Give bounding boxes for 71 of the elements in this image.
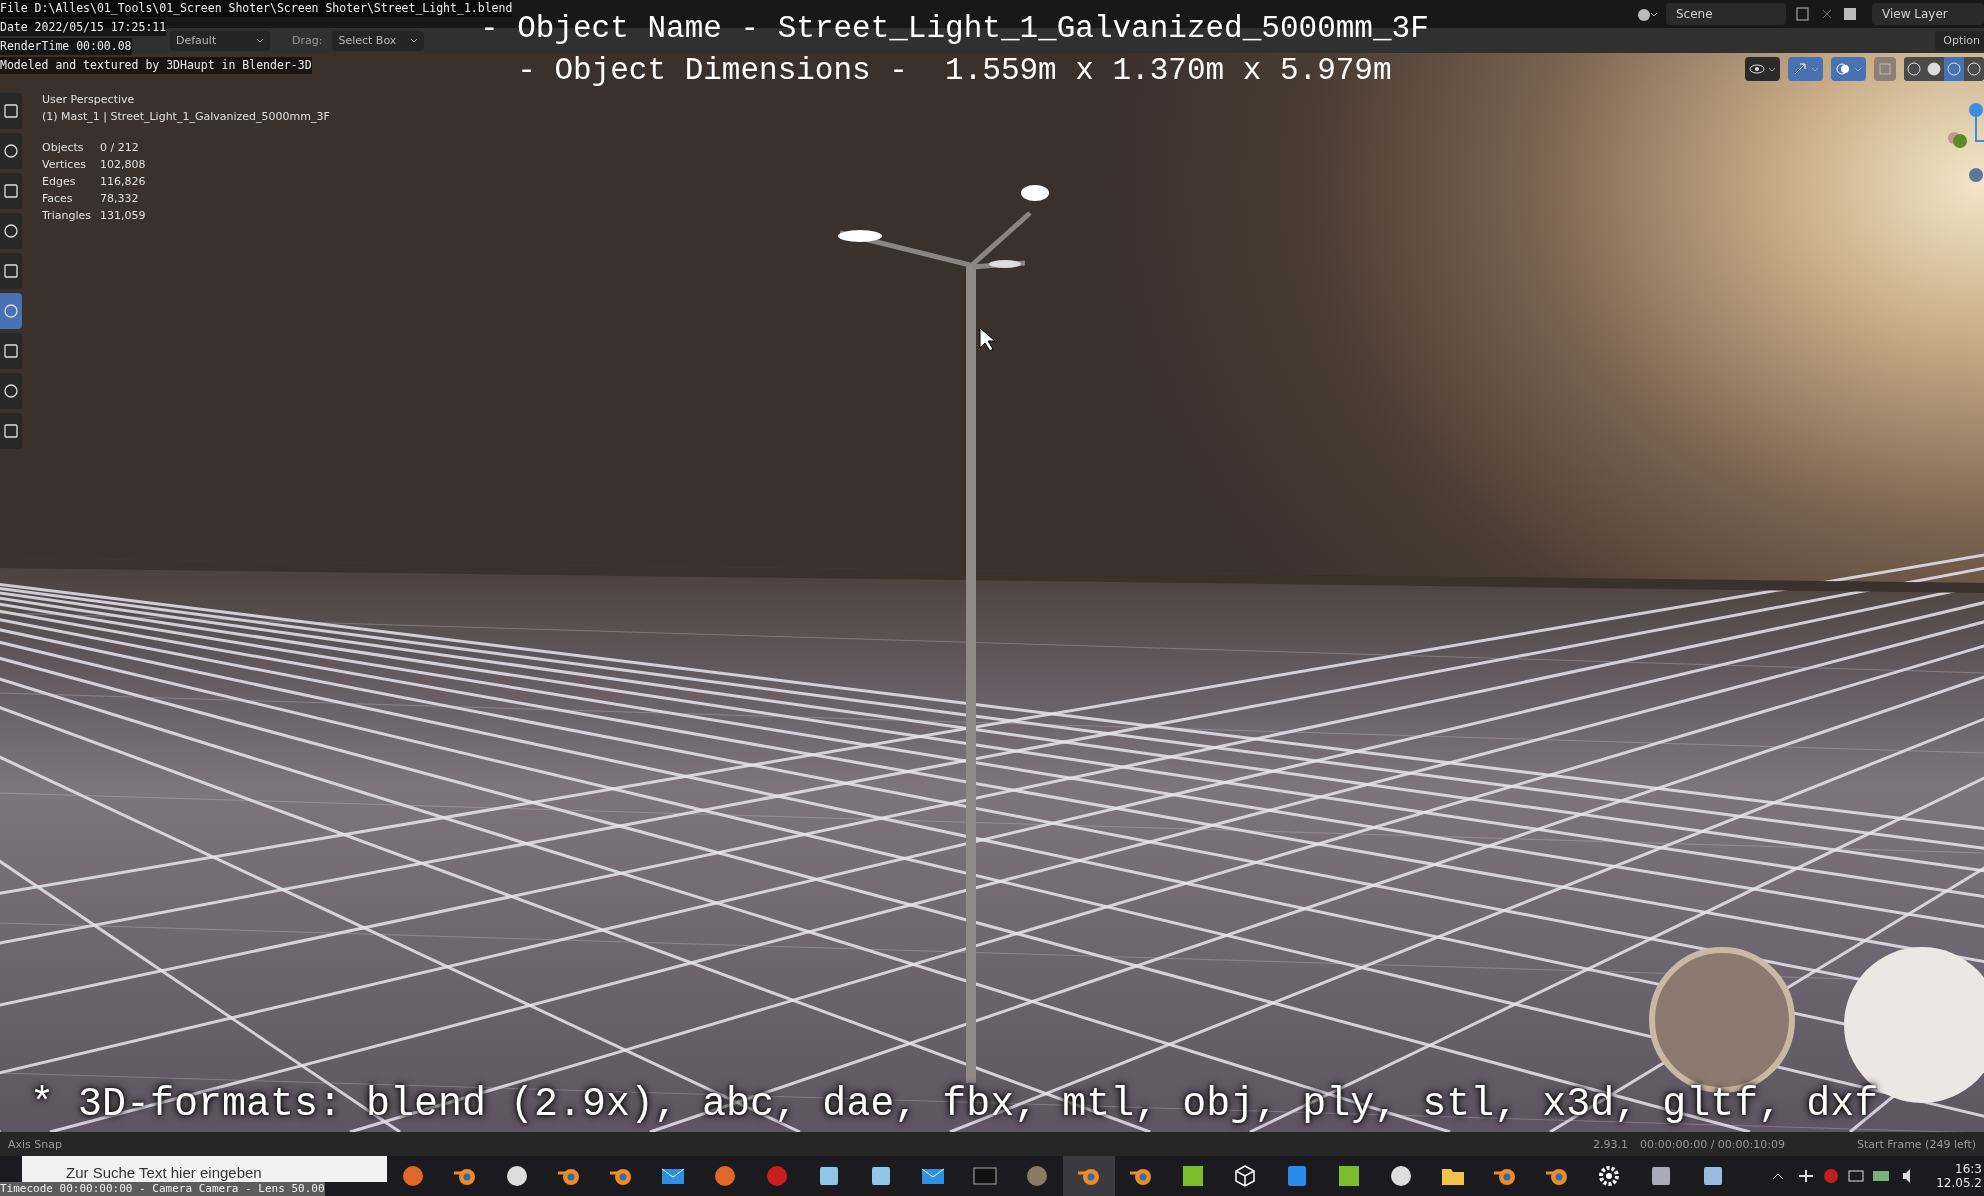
chevron-icon — [1768, 66, 1776, 72]
chevron-icon — [256, 38, 264, 43]
close-icon[interactable] — [1820, 7, 1834, 21]
scene-field[interactable]: Scene — [1666, 3, 1786, 25]
tool-icon — [3, 223, 19, 239]
tool-icon — [3, 383, 19, 399]
tool-icon — [3, 103, 19, 119]
tool-icon — [3, 143, 19, 159]
app-icon[interactable] — [1388, 1163, 1414, 1189]
tool-button[interactable] — [0, 133, 22, 169]
search-field[interactable]: Zur Suche Text hier eingeben — [22, 1156, 387, 1182]
tool-button[interactable] — [0, 213, 22, 249]
stat-value: 78,332 — [100, 192, 140, 205]
tool-button[interactable] — [0, 333, 22, 369]
visibility-button[interactable] — [1745, 57, 1780, 81]
overlay-button[interactable] — [1831, 57, 1866, 81]
stat-value: 102,808 — [100, 158, 147, 171]
stat-label: Vertices — [42, 158, 87, 171]
stat-label: Triangles — [42, 209, 92, 222]
clock-time[interactable]: 16:3 — [1955, 1162, 1982, 1176]
eye-icon — [1749, 61, 1765, 77]
shading-button[interactable] — [1924, 57, 1944, 81]
tool-button[interactable] — [0, 173, 22, 209]
gear-icon[interactable] — [1596, 1163, 1622, 1189]
stat-value: 116,826 — [100, 175, 147, 188]
tool-button[interactable] — [0, 373, 22, 409]
tool-icon — [3, 423, 19, 439]
version-text: 2.93.1 — [1593, 1137, 1629, 1151]
tool-icon — [3, 343, 19, 359]
circles-icon — [1835, 61, 1851, 77]
clock-date[interactable]: 12.05.2 — [1936, 1176, 1982, 1190]
cube-icon[interactable] — [1232, 1163, 1258, 1189]
square-icon — [1878, 62, 1892, 76]
app-icon[interactable] — [1336, 1163, 1362, 1189]
tool-button[interactable] — [0, 413, 22, 449]
tool-icon — [3, 183, 19, 199]
view-name: User Perspective — [42, 93, 136, 106]
app-icon[interactable] — [1180, 1163, 1206, 1189]
stat-value: 131,059 — [100, 209, 147, 222]
timecode-text: 00:00:00:00 / 00:00:10:09 — [1640, 1137, 1785, 1151]
sphere-icon — [1947, 62, 1961, 76]
tool-button[interactable] — [0, 253, 22, 289]
chevron-icon — [410, 38, 419, 43]
sphere-icon — [1967, 62, 1981, 76]
chevron-icon — [1854, 66, 1862, 72]
shading-button[interactable] — [1964, 57, 1984, 81]
tool-button[interactable] — [0, 93, 22, 129]
tool-icon — [3, 263, 19, 279]
tool-icon — [3, 303, 19, 319]
stat-value: 0 / 212 — [100, 141, 140, 154]
drag-dropdown[interactable]: Select Box — [332, 30, 425, 51]
caption-line: - Object Dimensions - 1.559m x 1.370m x 5.979m — [517, 52, 1392, 90]
status-hint: Axis Snap — [8, 1137, 62, 1151]
drag-label: Drag: — [292, 34, 323, 47]
pivot-dropdown[interactable]: Default — [170, 30, 270, 51]
stat-label: Edges — [42, 175, 77, 188]
mouse-cursor-icon — [979, 327, 996, 352]
arrow-icon — [1792, 61, 1808, 77]
frame-info: Start Frame (249 left) — [1856, 1137, 1976, 1151]
stat-label: Objects — [42, 141, 85, 154]
sphere-icon — [1907, 62, 1921, 76]
shading-button[interactable] — [1904, 57, 1924, 81]
copy-icon[interactable] — [1794, 5, 1812, 23]
view-layer-field[interactable]: View Layer — [1872, 3, 1984, 25]
stat-label: Faces — [42, 192, 74, 205]
chevron-icon — [1811, 66, 1819, 72]
shading-button[interactable] — [1944, 57, 1964, 81]
sphere-icon — [1927, 62, 1941, 76]
object-info: (1) Mast_1 | Street_Light_1_Galvanized_5000mm_3F — [42, 110, 330, 123]
app-icon[interactable] — [504, 1163, 530, 1189]
options-button[interactable]: Option — [1935, 30, 1984, 51]
